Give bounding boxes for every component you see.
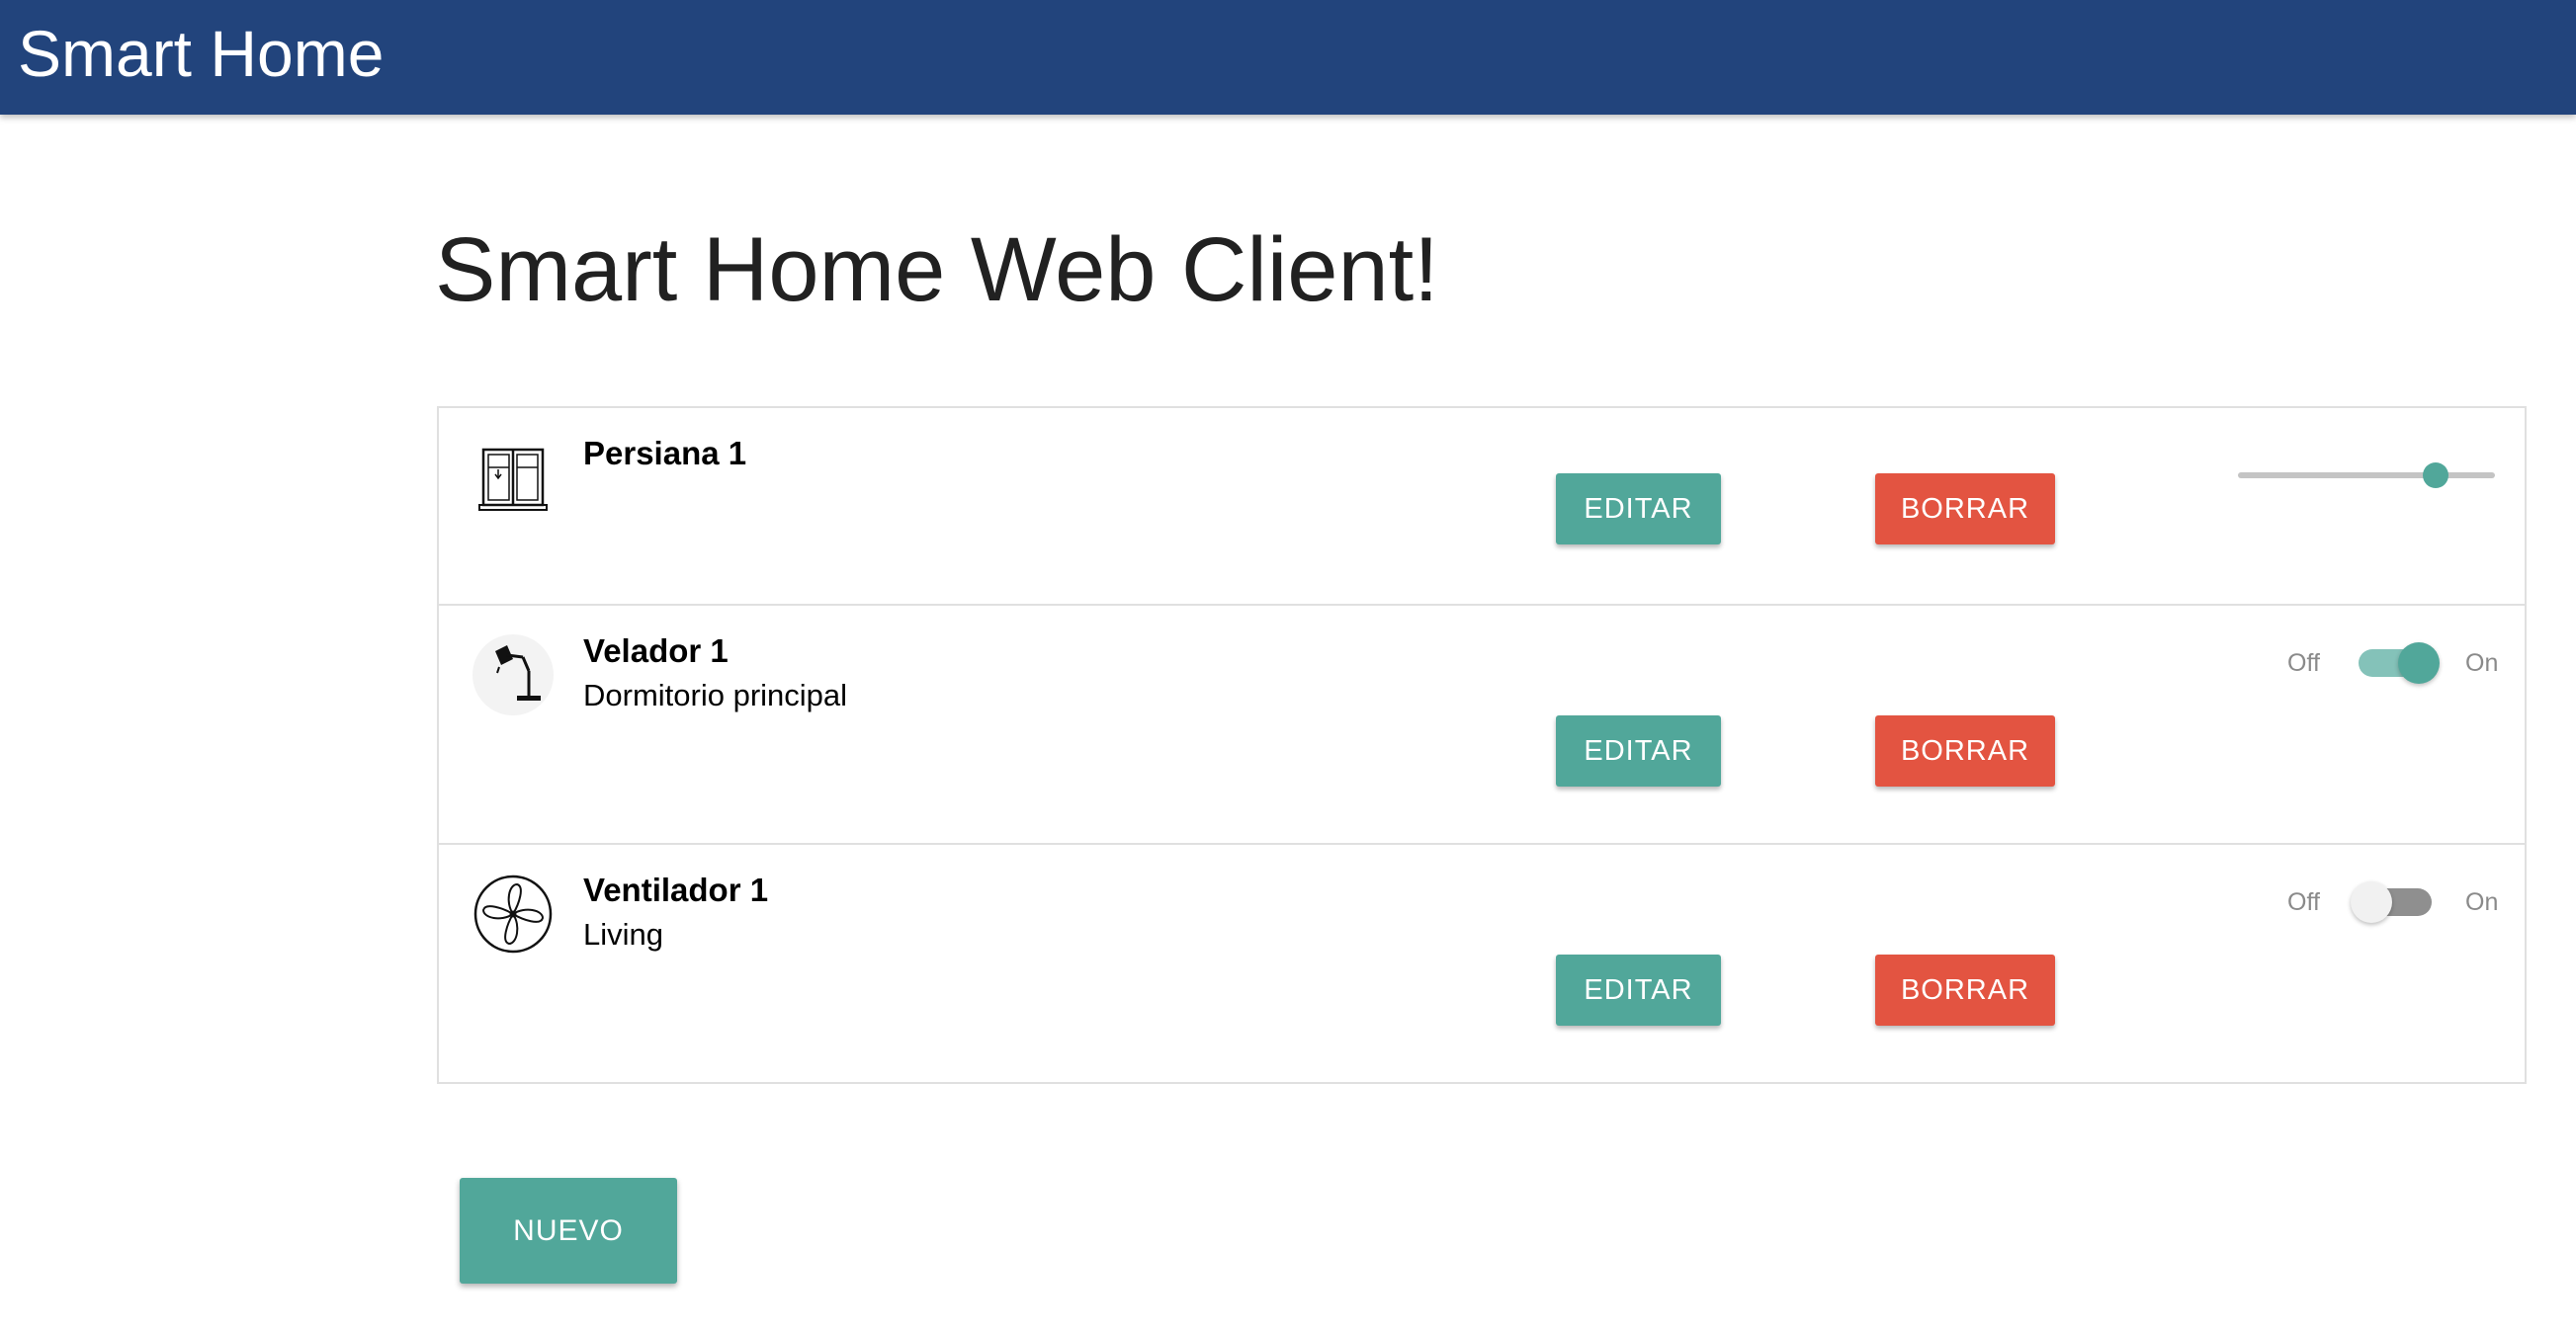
brand-logo-link[interactable]: Smart Home [18, 14, 384, 93]
device-item-velador: Velador 1 Dormitorio principal EDITAR BO… [439, 604, 2525, 845]
delete-button[interactable]: BORRAR [1875, 715, 2055, 787]
device-list: Persiana 1 EDITAR BORRAR Velador 1 Dormi… [437, 406, 2527, 1084]
device-name: Velador 1 [583, 632, 729, 669]
device-item-ventilador: Ventilador 1 Living EDITAR BORRAR Off On [439, 843, 2525, 1084]
desk-lamp-icon [472, 633, 555, 716]
blind-position-slider[interactable] [2238, 462, 2495, 488]
device-name: Ventilador 1 [583, 872, 769, 908]
edit-button[interactable]: EDITAR [1556, 715, 1721, 787]
toggle-knob[interactable] [2398, 642, 2440, 684]
power-toggle-switch[interactable] [2359, 642, 2440, 684]
switch-on-label: On [2465, 888, 2499, 916]
switch-off-label: Off [2287, 649, 2320, 677]
page-title: Smart Home Web Client! [435, 219, 1439, 320]
device-item-persiana: Persiana 1 EDITAR BORRAR [439, 408, 2525, 604]
device-location: Dormitorio principal [583, 678, 848, 712]
toggle-knob[interactable] [2351, 881, 2392, 923]
fan-icon [472, 873, 555, 956]
new-device-button[interactable]: NUEVO [460, 1178, 677, 1284]
device-location: Living [583, 917, 663, 952]
switch-off-label: Off [2287, 888, 2320, 916]
device-name: Persiana 1 [583, 435, 747, 471]
power-toggle-switch[interactable] [2351, 881, 2432, 923]
switch-on-label: On [2465, 649, 2499, 677]
edit-button[interactable]: EDITAR [1556, 955, 1721, 1026]
window-blind-icon [472, 436, 555, 519]
edit-button[interactable]: EDITAR [1556, 473, 1721, 544]
top-navbar: Smart Home [0, 0, 2576, 115]
delete-button[interactable]: BORRAR [1875, 955, 2055, 1026]
slider-thumb[interactable] [2423, 462, 2449, 488]
delete-button[interactable]: BORRAR [1875, 473, 2055, 544]
